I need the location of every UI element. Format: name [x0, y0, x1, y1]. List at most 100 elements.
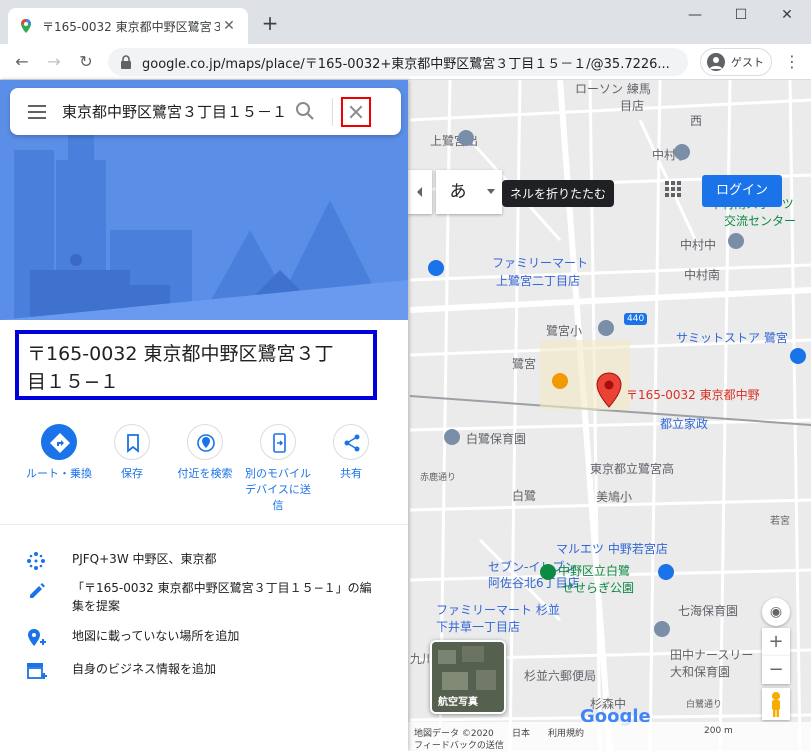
map-label-nishi: 西: [690, 114, 703, 128]
map-label-akabori: 赤鹿通り: [420, 473, 457, 483]
map-label-nakamura-minami: 中村南: [684, 268, 721, 282]
directions-icon: [41, 424, 77, 460]
new-tab-button[interactable]: +: [258, 12, 282, 36]
add-business-icon: [0, 660, 72, 682]
minimize-button[interactable]: —: [672, 0, 718, 30]
ime-dropdown-icon[interactable]: [480, 170, 502, 214]
chevron-left-icon: [417, 187, 422, 197]
pencil-icon: [0, 579, 72, 601]
bookmark-icon: [114, 424, 150, 460]
directions-button[interactable]: ルート・乗換: [24, 424, 94, 482]
map-label-kamisagi-2: 上鷺宮二丁目店: [496, 274, 581, 288]
footer-feedback[interactable]: フィードバックの送信: [414, 738, 504, 751]
clear-search-close-icon[interactable]: [341, 96, 371, 127]
add-business-row[interactable]: 自身のビジネス情報を追加: [0, 660, 408, 682]
place-title-line1: 〒165-0032 東京都中野区鷺宮３丁: [27, 343, 334, 365]
map-label-pin: 〒165-0032 東京都中野: [626, 388, 760, 402]
place-title-box: 〒165-0032 東京都中野区鷺宮３丁 目１５−１: [15, 330, 377, 400]
footer-japan[interactable]: 日本: [512, 726, 530, 739]
profile-button[interactable]: ゲスト: [700, 48, 772, 76]
collapse-panel-button[interactable]: [408, 170, 432, 214]
google-maps-favicon-icon: [18, 18, 34, 34]
school-poi-icon[interactable]: [598, 320, 614, 336]
map-label-shirasagi-park: 中野区立白鷺: [558, 564, 631, 578]
shop-poi-icon[interactable]: [658, 564, 674, 580]
school-poi-icon[interactable]: [458, 130, 474, 146]
map-label-toritsu-kaseiso: 都立家政: [660, 417, 709, 431]
zoom-in-button[interactable]: +: [762, 628, 790, 656]
reload-button[interactable]: ↻: [72, 48, 100, 76]
nursery-poi-icon[interactable]: [654, 621, 670, 637]
ime-label: あ: [449, 182, 467, 202]
browser-menu-icon[interactable]: ⋮: [782, 52, 802, 72]
map-label-shirasagi-hoikuen: 白鷺保育園: [466, 432, 527, 446]
tab-close-icon[interactable]: ✕: [220, 18, 238, 34]
restaurant-poi-icon[interactable]: [552, 373, 568, 389]
route-440-badge: 440: [624, 313, 648, 325]
zoom-out-button[interactable]: −: [762, 656, 790, 684]
location-pin-icon[interactable]: [596, 372, 622, 408]
plus-code-row[interactable]: PJFQ+3W 中野区、東京都: [0, 550, 408, 572]
map-label-nanaumi: 七海保育園: [678, 604, 739, 618]
footer-terms[interactable]: 利用規約: [548, 726, 584, 739]
shop-poi-icon[interactable]: [790, 348, 806, 364]
back-button[interactable]: ←: [8, 48, 36, 76]
share-label: 共有: [340, 467, 362, 480]
directions-label: ルート・乗換: [26, 467, 92, 480]
park-poi-icon[interactable]: [540, 564, 556, 580]
ime-mode-indicator[interactable]: あ: [436, 170, 502, 214]
login-button[interactable]: ログイン: [702, 175, 782, 207]
profile-label: ゲスト: [731, 56, 764, 69]
save-button[interactable]: 保存: [97, 424, 167, 482]
map-label-tanaka-nursery: 田中ナースリー: [670, 648, 754, 662]
google-apps-icon[interactable]: [664, 180, 682, 198]
map-label-familymart-suginami: ファミリーマート 杉並: [436, 603, 560, 617]
nearby-icon: [187, 424, 223, 460]
map-label-nakamura-chu: 中村中: [680, 238, 717, 252]
guest-avatar-icon: [707, 53, 725, 71]
map-label-lawson: ローソン 練馬: [575, 82, 651, 96]
send-to-phone-button[interactable]: 別のモバイルデバイスに送信: [243, 424, 313, 514]
map-label-shirasagi-dori: 白鷺通り: [686, 700, 723, 710]
street-view-pegman-icon[interactable]: [762, 688, 790, 720]
forward-button[interactable]: →: [40, 48, 68, 76]
add-missing-place-row[interactable]: 地図に載っていない場所を追加: [0, 627, 408, 649]
footer-scale: 200 m: [704, 726, 733, 736]
search-icon[interactable]: [284, 88, 326, 135]
maximize-button[interactable]: ☐: [718, 0, 764, 30]
map-label-shirasagi: 白鷺: [512, 489, 537, 503]
window-close-button[interactable]: ✕: [764, 0, 810, 30]
map-label-bizen-sho: 美鳩小: [596, 490, 633, 504]
browser-tab[interactable]: 〒165-0032 東京都中野区鷺宮３ ✕: [8, 8, 248, 44]
nearby-button[interactable]: 付近を検索: [170, 424, 240, 482]
share-icon: [333, 424, 369, 460]
action-bar: ルート・乗換 保存 付近を検索 別のモバイルデバイスに送信 共有: [0, 424, 408, 524]
search-input[interactable]: [62, 102, 284, 121]
send-to-phone-icon: [260, 424, 296, 460]
tab-title: 〒165-0032 東京都中野区鷺宮３: [42, 19, 220, 34]
collapse-tooltip: ネルを折りたたむ: [502, 180, 615, 207]
map-label-wakamiya: 若宮: [770, 516, 790, 527]
map-label-sagimiya: 鷺宮: [512, 357, 537, 371]
suggest-edit-row[interactable]: 「〒165-0032 東京都中野区鷺宮３丁目１５−１」の編集を提案: [0, 579, 408, 615]
shop-poi-icon[interactable]: [428, 260, 444, 276]
map-label-post-office: 杉並六郵便局: [524, 669, 597, 683]
nursery-poi-icon[interactable]: [444, 429, 460, 445]
map-footer: 地図データ ©2020 日本 利用規約 フィードバックの送信 200 m: [408, 722, 811, 751]
my-location-button[interactable]: ◉: [762, 598, 790, 626]
nearby-label: 付近を検索: [177, 467, 233, 480]
plus-code-text: PJFQ+3W 中野区、東京都: [72, 552, 217, 566]
school-poi-icon[interactable]: [674, 144, 690, 160]
menu-hamburger-icon[interactable]: [10, 88, 62, 135]
map-label-toritsu-sagimiya-ko: 東京都立鷺宮高: [590, 462, 675, 476]
school-poi-icon[interactable]: [728, 233, 744, 249]
satellite-toggle[interactable]: 航空写真: [430, 640, 506, 714]
map-label-summit: サミットストア 鷺宮: [676, 331, 788, 345]
address-bar[interactable]: google.co.jp/maps/place/〒165-0032+東京都中野区…: [108, 48, 688, 76]
map-label-yamato-hoikuen: 大和保育園: [670, 665, 731, 679]
map-label-kouryu-center: 交流センター: [724, 214, 797, 228]
plus-code-icon: [0, 550, 72, 572]
map-label-seseragi: せせらぎ公園: [562, 581, 635, 595]
share-button[interactable]: 共有: [316, 424, 386, 482]
send-to-phone-label: 別のモバイルデバイスに送信: [245, 467, 311, 512]
